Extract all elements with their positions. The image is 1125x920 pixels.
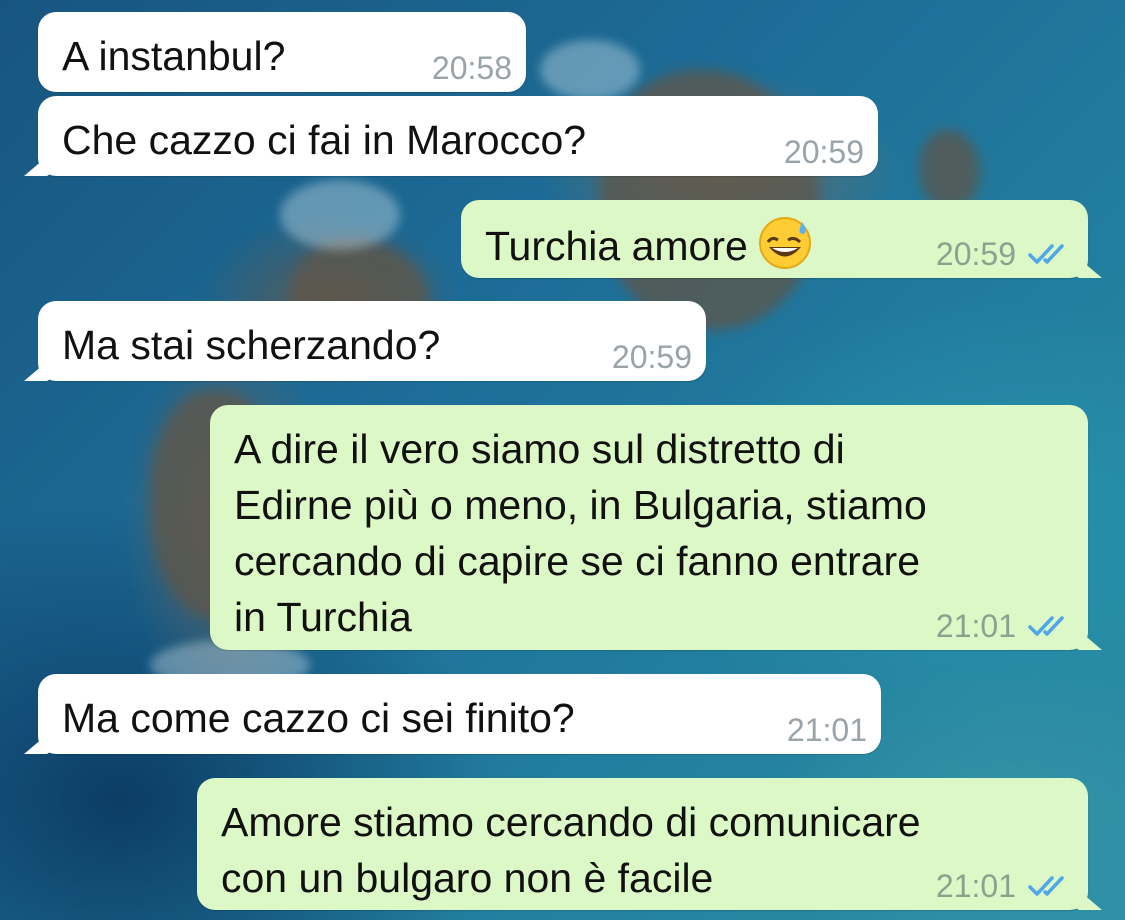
message-incoming-1[interactable]: A instanbul? 20:58 (38, 12, 526, 92)
message-meta: 21:01 (936, 866, 1074, 906)
message-text: Ma come cazzo ci sei finito? (62, 695, 575, 741)
message-time: 21:01 (786, 712, 867, 748)
message-text: Turchia amore (485, 223, 748, 269)
message-meta: 20:59 (784, 132, 864, 172)
message-text: Che cazzo ci fai in Marocco? (62, 117, 587, 163)
message-meta: 20:59 (936, 234, 1074, 274)
message-time: 20:59 (935, 236, 1016, 272)
message-outgoing-1[interactable]: Turchia amore 20:59 (461, 200, 1102, 278)
message-time: 21:01 (935, 608, 1016, 644)
message-time: 21:01 (935, 868, 1016, 904)
message-meta: 21:01 (787, 710, 867, 750)
message-meta: 20:59 (612, 337, 692, 377)
message-outgoing-3[interactable]: Amore stiamo cercando di comunicare con … (197, 778, 1102, 910)
message-text: Ma stai scherzando? (62, 322, 441, 368)
read-double-check-icon (1028, 616, 1064, 636)
message-meta: 21:01 (936, 606, 1074, 646)
message-incoming-3[interactable]: Ma stai scherzando? 20:59 (24, 301, 706, 381)
message-time: 20:59 (783, 134, 864, 170)
grinning-sweat-emoji (758, 217, 811, 269)
message-time: 20:59 (611, 339, 692, 375)
message-incoming-4[interactable]: Ma come cazzo ci sei finito? 21:01 (24, 674, 881, 754)
message-meta: 20:58 (432, 48, 512, 88)
read-double-check-icon (1028, 876, 1064, 896)
message-incoming-2[interactable]: Che cazzo ci fai in Marocco? 20:59 (24, 96, 878, 176)
read-double-check-icon (1028, 244, 1064, 264)
message-text: A dire il vero siamo sul distretto di Ed… (234, 426, 927, 640)
message-time: 20:58 (431, 50, 512, 86)
message-text: Amore stiamo cercando di comunicare con … (221, 799, 921, 901)
message-text: A instanbul? (62, 33, 286, 79)
message-outgoing-2[interactable]: A dire il vero siamo sul distretto di Ed… (210, 405, 1102, 650)
